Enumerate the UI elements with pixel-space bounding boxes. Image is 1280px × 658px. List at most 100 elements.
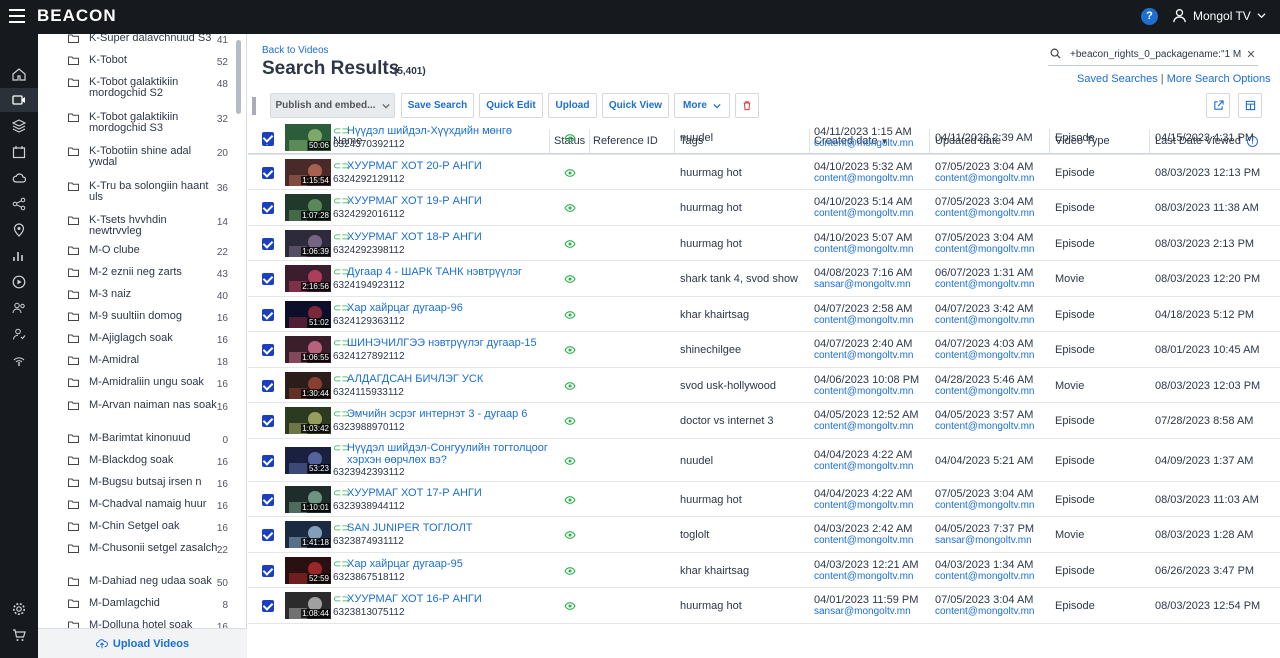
updated-by[interactable]: content@mongoltv.mn bbox=[935, 571, 1034, 582]
row-checkbox[interactable] bbox=[262, 238, 274, 250]
created-by[interactable]: content@mongoltv.mn bbox=[814, 571, 913, 582]
upload-button[interactable]: Upload bbox=[548, 93, 597, 118]
export-icon[interactable] bbox=[1206, 93, 1230, 118]
video-thumbnail[interactable]: 50:06 bbox=[285, 124, 331, 151]
location-icon[interactable] bbox=[11, 222, 27, 238]
user-menu[interactable]: Mongol TV bbox=[1172, 8, 1266, 23]
created-by[interactable]: content@mongoltv.mn bbox=[814, 421, 913, 432]
app-logo[interactable]: BEACON bbox=[37, 6, 117, 26]
row-checkbox[interactable] bbox=[262, 309, 274, 321]
clear-search-icon[interactable]: ✕ bbox=[1244, 48, 1258, 61]
analytics-icon[interactable] bbox=[11, 248, 27, 264]
row-checkbox[interactable] bbox=[262, 202, 274, 214]
row-checkbox[interactable] bbox=[262, 600, 274, 612]
calendar-icon[interactable] bbox=[11, 144, 27, 160]
updated-by[interactable]: content@mongoltv.mn bbox=[935, 279, 1034, 290]
video-name-link[interactable]: ⊂⊃Хар хайрцаг дугаар-95 bbox=[333, 558, 463, 570]
delete-icon[interactable] bbox=[735, 93, 759, 118]
table-row[interactable]: 50:06 ⊂⊃Нүүдэл шийдэл-Хүүхдийн мөнгө 63243… bbox=[248, 120, 1280, 155]
quick-edit-button[interactable]: Quick Edit bbox=[479, 93, 543, 118]
row-checkbox[interactable] bbox=[262, 529, 274, 541]
more-search-options-link[interactable]: More Search Options bbox=[1167, 73, 1271, 85]
created-by[interactable]: content@mongoltv.mn bbox=[814, 386, 913, 397]
updated-by[interactable]: content@mongoltv.mn bbox=[935, 244, 1034, 255]
cloud-icon[interactable] bbox=[11, 170, 27, 186]
settings-icon[interactable] bbox=[11, 601, 27, 617]
video-name-link[interactable]: ⊂⊃Хар хайрцаг дугаар-96 bbox=[333, 302, 463, 314]
created-by[interactable]: content@mongoltv.mn bbox=[814, 500, 913, 511]
row-checkbox[interactable] bbox=[262, 273, 274, 285]
row-checkbox[interactable] bbox=[262, 167, 274, 179]
menu-icon[interactable] bbox=[9, 9, 25, 23]
created-by[interactable]: content@mongoltv.mn bbox=[814, 138, 913, 149]
table-row[interactable]: 1:03:42 ⊂⊃Эмчийн эсрэг интернэт 3 - дугаа… bbox=[248, 403, 1280, 439]
video-thumbnail[interactable]: 51:02 bbox=[285, 301, 331, 328]
updated-by[interactable]: sansar@mongoltv.mn bbox=[935, 535, 1032, 546]
video-thumbnail[interactable]: 1:30:44 bbox=[285, 372, 331, 399]
updated-by[interactable]: content@mongoltv.mn bbox=[935, 173, 1034, 184]
video-name-link[interactable]: ⊂⊃Нүүдэл шийдэл-Сонгуулийн тогтолцоог bbox=[333, 442, 548, 454]
table-row[interactable]: 1:15:54 ⊂⊃ХУУРМАГ ХОТ 20-Р АНГИ 6324292129… bbox=[248, 155, 1280, 190]
marketplace-icon[interactable] bbox=[11, 627, 27, 643]
row-checkbox[interactable] bbox=[262, 380, 274, 392]
search-box[interactable]: +beacon_rights_0_packagename:"1 M ✕ bbox=[1048, 44, 1258, 66]
folder-scrollbar[interactable] bbox=[236, 40, 241, 114]
live-icon[interactable] bbox=[11, 352, 27, 368]
created-by[interactable]: content@mongoltv.mn bbox=[814, 315, 913, 326]
row-checkbox[interactable] bbox=[262, 344, 274, 356]
users-icon[interactable] bbox=[11, 300, 27, 316]
play-icon[interactable] bbox=[11, 274, 27, 290]
table-row[interactable]: 1:06:55 ⊂⊃ШИНЭЧИЛГЭЭ нэвтрүүлэг дугаар-15… bbox=[248, 332, 1280, 368]
upload-videos-button[interactable]: Upload Videos bbox=[38, 628, 247, 658]
video-name-link[interactable]: ⊂⊃ХУУРМАГ ХОТ 20-Р АНГИ bbox=[333, 160, 482, 172]
user-settings-icon[interactable] bbox=[11, 326, 27, 342]
video-thumbnail[interactable]: 52:59 bbox=[285, 557, 331, 584]
video-name-link[interactable]: ⊂⊃АЛДАГДСАН БИЧЛЭГ УСК bbox=[333, 373, 483, 385]
created-by[interactable]: content@mongoltv.mn bbox=[814, 461, 913, 472]
video-name-link[interactable]: ⊂⊃ХУУРМАГ ХОТ 16-Р АНГИ bbox=[333, 593, 482, 605]
updated-by[interactable]: content@mongoltv.mn bbox=[935, 386, 1034, 397]
video-thumbnail[interactable]: 1:41:18 bbox=[285, 521, 331, 548]
created-by[interactable]: sansar@mongoltv.mn bbox=[814, 279, 911, 290]
quick-view-button[interactable]: Quick View bbox=[602, 93, 669, 118]
video-name-line2[interactable]: хэрхэн өөрчлөх вэ? bbox=[347, 454, 447, 466]
layers-icon[interactable] bbox=[11, 118, 27, 134]
search-input[interactable]: +beacon_rights_0_packagename:"1 M bbox=[1070, 49, 1244, 60]
row-checkbox[interactable] bbox=[262, 415, 274, 427]
help-icon[interactable]: ? bbox=[1141, 8, 1158, 25]
table-row[interactable]: 1:06:39 ⊂⊃ХУУРМАГ ХОТ 18-Р АНГИ 6324292398… bbox=[248, 226, 1280, 261]
table-row[interactable]: 2:16:56 ⊂⊃Дугаар 4 - ШАРК ТАНК нэвтрүүлэг… bbox=[248, 261, 1280, 297]
updated-by[interactable]: content@mongoltv.mn bbox=[935, 315, 1034, 326]
updated-by[interactable]: content@mongoltv.mn bbox=[935, 606, 1034, 617]
table-row[interactable]: 1:07:28 ⊂⊃ХУУРМАГ ХОТ 19-Р АНГИ 6324292016… bbox=[248, 190, 1280, 226]
row-checkbox[interactable] bbox=[262, 565, 274, 577]
row-checkbox[interactable] bbox=[262, 494, 274, 506]
video-thumbnail[interactable]: 2:16:56 bbox=[285, 265, 331, 292]
video-thumbnail[interactable]: 1:06:55 bbox=[285, 336, 331, 363]
video-name-link[interactable]: ⊂⊃Дугаар 4 - ШАРК ТАНК нэвтрүүлэг bbox=[333, 266, 522, 278]
video-name-link[interactable]: ⊂⊃ХУУРМАГ ХОТ 17-Р АНГИ bbox=[333, 487, 482, 499]
created-by[interactable]: content@mongoltv.mn bbox=[814, 535, 913, 546]
panel-resize-handle[interactable] bbox=[252, 97, 256, 115]
video-name-link[interactable]: ⊂⊃Нүүдэл шийдэл-Хүүхдийн мөнгө bbox=[333, 125, 512, 137]
video-name-link[interactable]: ⊂⊃Эмчийн эсрэг интернэт 3 - дугаар 6 bbox=[333, 408, 527, 420]
home-icon[interactable] bbox=[11, 66, 27, 82]
created-by[interactable]: content@mongoltv.mn bbox=[814, 350, 913, 361]
table-row[interactable]: 52:59 ⊂⊃Хар хайрцаг дугаар-95 632386751811… bbox=[248, 553, 1280, 588]
created-by[interactable]: content@mongoltv.mn bbox=[814, 244, 913, 255]
video-name-link[interactable]: ⊂⊃ХУУРМАГ ХОТ 18-Р АНГИ bbox=[333, 231, 482, 243]
table-row[interactable]: 53:23 ⊂⊃Нүүдэл шийдэл-Сонгуулийн тогтолцо… bbox=[248, 439, 1280, 482]
video-thumbnail[interactable]: 1:08:44 bbox=[285, 592, 331, 619]
table-row[interactable]: 1:30:44 ⊂⊃АЛДАГДСАН БИЧЛЭГ УСК 63241159331… bbox=[248, 368, 1280, 403]
publish-embed-button[interactable]: Publish and embed... bbox=[270, 93, 395, 118]
video-thumbnail[interactable]: 1:06:39 bbox=[285, 230, 331, 257]
video-name-link[interactable]: ⊂⊃SAN JUNIPER ТОГЛОЛТ bbox=[333, 522, 473, 534]
video-thumbnail[interactable]: 1:03:42 bbox=[285, 407, 331, 434]
more-button[interactable]: More bbox=[674, 93, 730, 118]
video-name-link[interactable]: ⊂⊃ХУУРМАГ ХОТ 19-Р АНГИ bbox=[333, 195, 482, 207]
created-by[interactable]: sansar@mongoltv.mn bbox=[814, 606, 911, 617]
video-icon[interactable] bbox=[11, 92, 27, 108]
table-row[interactable]: 1:10:01 ⊂⊃ХУУРМАГ ХОТ 17-Р АНГИ 6323938944… bbox=[248, 482, 1280, 517]
updated-by[interactable]: content@mongoltv.mn bbox=[935, 500, 1034, 511]
row-checkbox[interactable] bbox=[262, 132, 274, 144]
